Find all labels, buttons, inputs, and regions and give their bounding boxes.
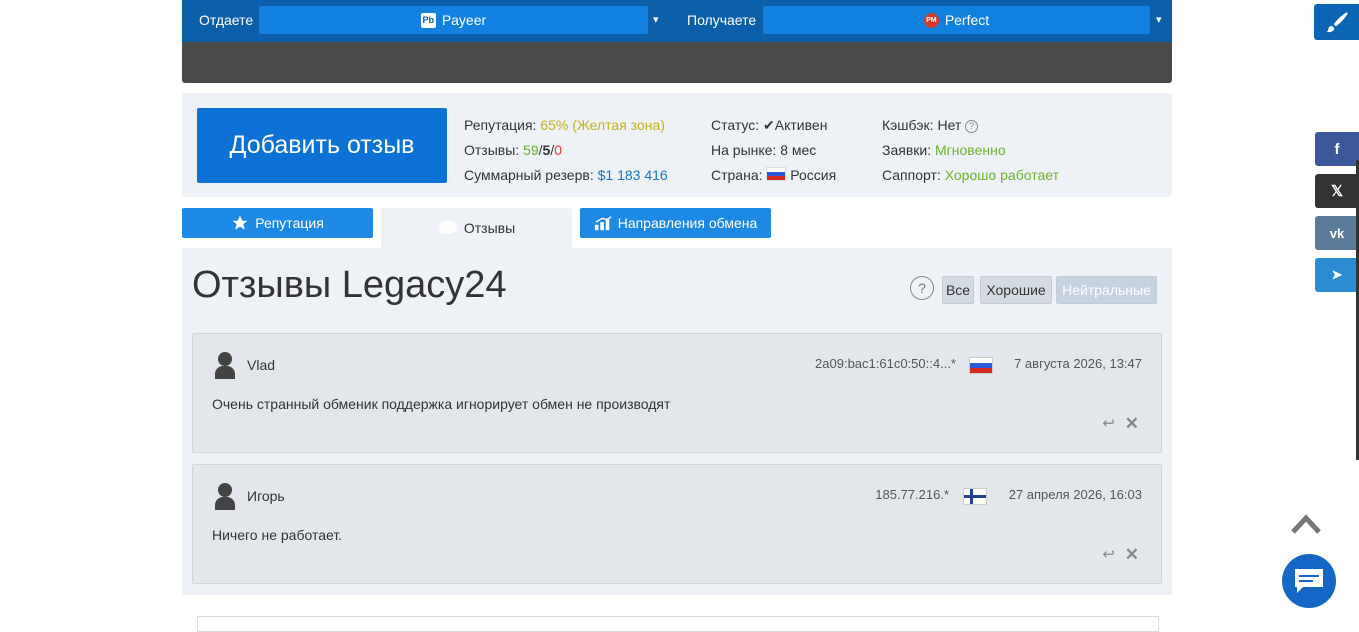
help-icon[interactable]: ? <box>910 276 934 300</box>
info-column-2: Статус: ✔Активен На рынке: 8 мес Страна:… <box>711 113 836 188</box>
add-review-button[interactable]: Добавить отзыв <box>197 108 447 183</box>
payeer-icon: Pb <box>420 12 436 28</box>
user-icon <box>215 483 235 511</box>
finland-flag-icon <box>963 488 987 505</box>
bar-chart-icon <box>594 216 612 231</box>
cashback-label: Кэшбэк: <box>882 117 934 133</box>
requests-value: Мгновенно <box>935 142 1006 158</box>
filter-all-button[interactable]: Все <box>942 276 974 304</box>
review-author: Vlad <box>247 357 276 373</box>
market-value: 8 мес <box>780 142 817 158</box>
reviews-section: Отзывы Legacy24 ? Все Хорошие Нейтральны… <box>182 248 1172 595</box>
chat-icon <box>1295 569 1323 593</box>
get-currency-value: Perfect <box>944 12 990 28</box>
get-currency-select[interactable]: PM Perfect <box>763 6 1150 34</box>
reviews-count-label: Отзывы: <box>464 142 520 158</box>
reputation-value: 65% (Желтая зона) <box>540 117 665 133</box>
info-column-3: Кэшбэк: Нет ? Заявки: Мгновенно Саппорт:… <box>882 113 1059 188</box>
user-icon <box>215 352 235 380</box>
status-row: Статус: ✔Активен <box>711 113 836 138</box>
reply-icon[interactable]: ↩ <box>1102 414 1115 432</box>
chevron-up-icon[interactable] <box>1290 512 1322 536</box>
requests-label: Заявки: <box>882 142 932 158</box>
delete-icon[interactable]: ✕ <box>1125 545 1139 565</box>
review-ip: 185.77.216.* <box>875 487 949 502</box>
requests-row: Заявки: Мгновенно <box>882 138 1059 163</box>
exchanger-info-panel: Добавить отзыв Репутация: 65% (Желтая зо… <box>182 93 1172 197</box>
chat-button[interactable] <box>1282 554 1336 608</box>
review-card: Vlad 2a09:bac1:61c0:50::4...* 7 августа … <box>192 333 1162 453</box>
reserve-row: Суммарный резерв: $1 183 416 <box>464 163 668 188</box>
pagination-bar <box>197 616 1159 632</box>
review-date: 7 августа 2026, 13:47 <box>1014 356 1142 371</box>
status-label: Статус: <box>711 117 760 133</box>
give-currency-value: Payeer <box>441 12 487 28</box>
vk-share-button[interactable]: vk <box>1315 216 1359 250</box>
give-label: Отдаете <box>199 12 254 28</box>
star-icon <box>232 215 248 230</box>
tab-directions-label: Направления обмена <box>617 215 758 231</box>
reserve-label: Суммарный резерв: <box>464 167 594 183</box>
chevron-down-icon[interactable]: ▾ <box>653 13 659 26</box>
get-label: Получаете <box>687 12 757 28</box>
reviews-bad-count[interactable]: 0 <box>554 142 562 158</box>
country-row: Страна: Россия <box>711 163 836 188</box>
review-card: Игорь 185.77.216.* 27 апреля 2026, 16:03… <box>192 464 1162 584</box>
country-value: Россия <box>790 167 837 183</box>
speech-bubble-icon <box>439 220 457 236</box>
give-currency-select[interactable]: Pb Payeer <box>259 6 648 34</box>
telegram-share-button[interactable]: ➤ <box>1315 258 1359 292</box>
status-value: ✔Активен <box>763 117 828 133</box>
reply-icon[interactable]: ↩ <box>1102 545 1115 563</box>
russia-flag-icon <box>969 357 993 374</box>
help-icon[interactable]: ? <box>965 120 979 133</box>
review-text: Очень странный обменик поддержка игнорир… <box>212 396 671 412</box>
facebook-share-button[interactable]: f <box>1315 132 1359 166</box>
reputation-row: Репутация: 65% (Желтая зона) <box>464 113 668 138</box>
support-label: Саппорт: <box>882 167 941 183</box>
review-date: 27 апреля 2026, 16:03 <box>1008 487 1142 502</box>
reserve-value[interactable]: $1 183 416 <box>598 167 668 183</box>
chevron-down-icon[interactable]: ▾ <box>1156 13 1162 26</box>
filter-good-button[interactable]: Хорошие <box>980 276 1052 304</box>
delete-icon[interactable]: ✕ <box>1125 414 1139 434</box>
exchange-bar: Отдаете Pb Payeer ▾ Получаете PM Perfect… <box>182 0 1172 42</box>
filter-neutral-button[interactable]: Нейтральные <box>1056 276 1157 304</box>
tab-reputation-label: Репутация <box>255 215 324 231</box>
tab-directions[interactable]: Направления обмена <box>580 208 771 238</box>
brush-icon[interactable] <box>1314 4 1359 40</box>
reviews-count-row: Отзывы: 59/5/0 <box>464 138 668 163</box>
review-text: Ничего не работает. <box>212 527 343 543</box>
support-value: Хорошо работает <box>944 167 1059 183</box>
x-share-button[interactable]: 𝕏 <box>1315 174 1359 208</box>
tab-reviews-label: Отзывы <box>463 220 516 236</box>
reputation-label: Репутация: <box>464 117 537 133</box>
tab-reputation[interactable]: Репутация <box>182 208 373 238</box>
tab-reviews[interactable]: Отзывы <box>381 208 572 248</box>
reviews-good-count[interactable]: 59 <box>523 142 539 158</box>
country-label: Страна: <box>711 167 763 183</box>
cashback-value: Нет <box>937 117 962 133</box>
review-author: Игорь <box>247 488 285 504</box>
page-title: Отзывы Legacy24 <box>192 264 507 306</box>
support-row: Саппорт: Хорошо работает <box>882 163 1059 188</box>
market-label: На рынке: <box>711 142 777 158</box>
cashback-row: Кэшбэк: Нет ? <box>882 113 1059 138</box>
brush-icon <box>1325 12 1348 33</box>
info-column-1: Репутация: 65% (Желтая зона) Отзывы: 59/… <box>464 113 668 188</box>
russia-flag-icon <box>766 167 787 181</box>
perfect-money-icon: PM <box>923 12 939 28</box>
market-row: На рынке: 8 мес <box>711 138 836 163</box>
review-ip: 2a09:bac1:61c0:50::4...* <box>815 356 956 371</box>
exchange-bar-footer <box>182 42 1172 83</box>
